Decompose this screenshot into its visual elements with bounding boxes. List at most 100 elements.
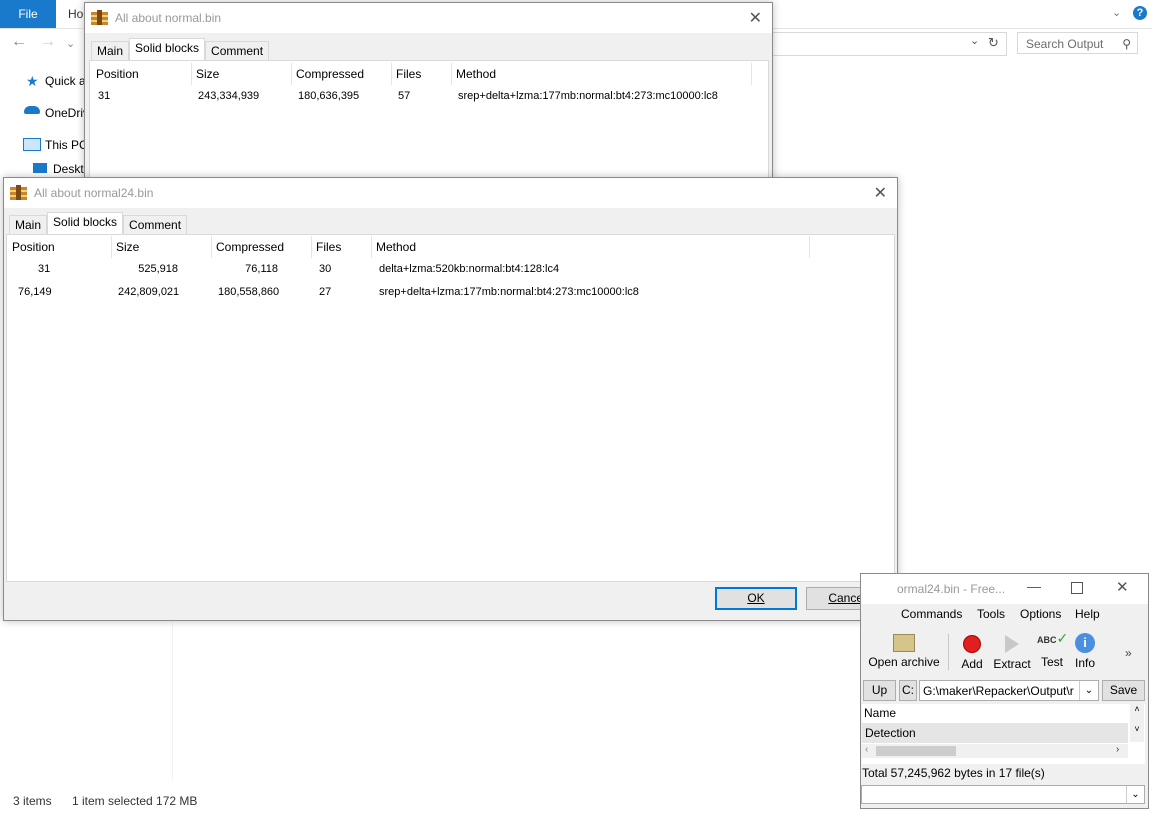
combo-dropdown-icon[interactable]: ⌄ — [1126, 786, 1144, 803]
cell-files: 57 — [398, 90, 411, 102]
tab-main[interactable]: Main — [9, 215, 48, 235]
test-label: Test — [1040, 655, 1063, 669]
cell-compressed: 180,558,860 — [218, 286, 280, 298]
column-header-position[interactable]: Position — [92, 63, 192, 85]
cell-compressed: 76,118 — [245, 263, 278, 275]
help-icon[interactable]: ? — [1133, 6, 1147, 20]
dialog2-listview[interactable]: Position Size Compressed Files Method 31… — [8, 236, 889, 578]
refresh-icon[interactable]: ↻ — [988, 35, 999, 51]
tab-comment[interactable]: Comment — [123, 215, 188, 235]
dialog1-title: All about normal.bin — [115, 11, 222, 25]
info-icon: i — [1075, 633, 1095, 653]
back-arrow-icon[interactable]: ← — [11, 33, 27, 51]
add-label: Add — [961, 657, 983, 671]
folder-icon — [893, 634, 915, 652]
menu-options[interactable]: Options — [1020, 607, 1061, 621]
tab-main[interactable]: Main — [91, 41, 130, 61]
column-header-files[interactable]: Files — [312, 236, 372, 258]
onedrive-icon — [24, 106, 40, 114]
minimize-icon[interactable]: — — [1027, 578, 1041, 594]
vertical-scrollbar[interactable]: ˄ ˅ — [1130, 704, 1144, 742]
ribbon-expand-icon[interactable]: ⌄ — [1112, 6, 1121, 19]
command-combo[interactable]: ⌄ — [861, 785, 1145, 804]
dialog2-tabs: Main Solid blocks Comment — [9, 212, 188, 235]
column-header-method[interactable]: Method — [372, 236, 810, 258]
add-red-dot-icon — [963, 635, 981, 653]
cell-position: 31 — [98, 90, 111, 102]
dialog1-panel: Position Size Compressed Files Method 31… — [89, 60, 769, 180]
scroll-left-icon[interactable]: ‹ — [865, 744, 868, 755]
dialog1-listview[interactable]: Position Size Compressed Files Method 31… — [92, 63, 764, 177]
scroll-right-icon[interactable]: › — [1116, 744, 1119, 755]
close-icon[interactable]: ✕ — [749, 8, 762, 28]
cell-position: 31 — [38, 263, 51, 275]
menu-commands[interactable]: Commands — [901, 607, 962, 621]
column-header-compressed[interactable]: Compressed — [212, 236, 312, 258]
path-combo[interactable]: G:\maker\Repacker\Output\r ⌄ — [919, 680, 1099, 701]
nav-item-quick-access[interactable]: Quick a — [45, 71, 86, 91]
menu-tools[interactable]: Tools — [977, 607, 1005, 621]
cell-position: 76,149 — [18, 286, 52, 298]
status-bar: 3 items 1 item selected 172 MB — [0, 790, 860, 812]
cell-files: 30 — [319, 263, 332, 275]
search-input[interactable]: Search Output ⚲ — [1017, 32, 1138, 54]
nav-item-desktop[interactable]: Deskt — [53, 159, 84, 179]
path-dropdown-icon[interactable]: ⌄ — [1079, 681, 1098, 700]
cell-method: delta+lzma:520kb:normal:bt4:128:lc4 — [379, 263, 560, 275]
column-header-size[interactable]: Size — [112, 236, 212, 258]
info-button[interactable]: i Info — [1071, 632, 1099, 670]
search-icon: ⚲ — [1122, 37, 1131, 51]
file-list[interactable]: Name Detection ˄ ˅ ‹ › — [862, 704, 1145, 764]
cell-size: 242,809,021 — [118, 286, 180, 298]
scroll-thumb[interactable] — [876, 746, 956, 756]
add-button[interactable]: Add — [957, 632, 987, 671]
cell-compressed: 180,636,395 — [298, 90, 360, 102]
maximize-icon[interactable] — [1071, 582, 1083, 594]
drive-button[interactable]: C: — [899, 680, 917, 701]
column-header-size[interactable]: Size — [192, 63, 292, 85]
close-icon[interactable]: ✕ — [874, 183, 887, 203]
tab-solid-blocks[interactable]: Solid blocks — [47, 212, 124, 235]
status-selection: 1 item selected 172 MB — [72, 794, 198, 808]
nav-item-this-pc[interactable]: This PC — [45, 135, 88, 155]
nav-item-onedrive[interactable]: OneDriv — [45, 103, 89, 123]
open-archive-label: Open archive — [868, 655, 940, 669]
path-value: G:\maker\Repacker\Output\r — [923, 684, 1074, 698]
address-bar[interactable]: ⌄ ↻ — [770, 32, 1007, 56]
freearc-titlebar[interactable]: ormal24.bin - Free... — ✕ — [861, 574, 1148, 604]
up-button[interactable]: Up — [863, 680, 896, 701]
toolbar-overflow-icon[interactable]: » — [1125, 646, 1132, 660]
status-item-count: 3 items — [13, 794, 52, 808]
save-button[interactable]: Save — [1102, 680, 1145, 701]
recent-dropdown-icon[interactable]: ⌄ — [66, 37, 75, 50]
test-button[interactable]: ABC✓ Test — [1037, 631, 1068, 669]
play-icon — [1005, 635, 1019, 653]
column-header-name[interactable]: Name — [864, 706, 896, 720]
home-tab[interactable]: Ho — [68, 0, 83, 28]
dialog2-panel: Position Size Compressed Files Method 31… — [6, 234, 895, 582]
horizontal-scrollbar[interactable]: ‹ › — [862, 744, 1128, 758]
open-archive-button[interactable]: Open archive — [867, 632, 941, 669]
menu-help[interactable]: Help — [1075, 607, 1100, 621]
address-dropdown-icon[interactable]: ⌄ — [970, 34, 979, 47]
column-header-method[interactable]: Method — [452, 63, 752, 85]
extract-label: Extract — [993, 657, 1031, 671]
archive-icon — [10, 185, 27, 200]
tab-solid-blocks[interactable]: Solid blocks — [129, 38, 206, 61]
dialog1-titlebar[interactable]: All about normal.bin ✕ — [85, 3, 772, 33]
close-icon[interactable]: ✕ — [1116, 578, 1129, 596]
extract-button[interactable]: Extract — [992, 632, 1032, 671]
forward-arrow-icon[interactable]: → — [40, 33, 56, 51]
dialog2-titlebar[interactable]: All about normal24.bin ✕ — [4, 178, 897, 208]
column-header-compressed[interactable]: Compressed — [292, 63, 392, 85]
freearc-title: ormal24.bin - Free... — [897, 582, 1006, 596]
file-tab[interactable]: File — [0, 0, 56, 28]
ok-button-label: OK — [747, 591, 765, 605]
ok-button[interactable]: OK — [715, 587, 797, 610]
list-item[interactable]: Detection — [862, 723, 1128, 743]
freearc-window: ormal24.bin - Free... — ✕ Commands Tools… — [860, 573, 1149, 809]
column-header-position[interactable]: Position — [8, 236, 112, 258]
tab-comment[interactable]: Comment — [205, 41, 270, 61]
dialog2-title: All about normal24.bin — [34, 186, 154, 200]
column-header-files[interactable]: Files — [392, 63, 452, 85]
